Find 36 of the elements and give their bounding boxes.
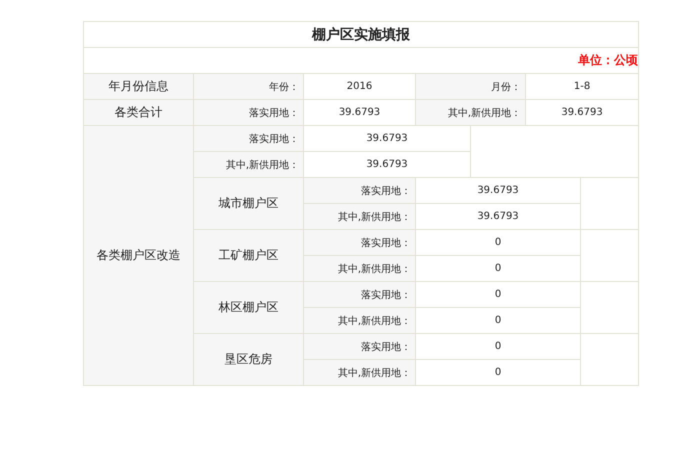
field-label: 落实用地： bbox=[304, 230, 416, 256]
field-label: 落实用地： bbox=[194, 100, 304, 126]
category-header: 林区棚户区 bbox=[194, 282, 304, 334]
field-value: 0 bbox=[416, 282, 580, 308]
category-header: 垦区危房 bbox=[194, 334, 304, 386]
field-label: 落实用地： bbox=[194, 126, 304, 152]
category-header: 城市棚户区 bbox=[194, 178, 304, 230]
form-title: 棚户区实施填报 bbox=[84, 22, 639, 48]
field-value: 0 bbox=[416, 230, 580, 256]
field-label: 其中,新供用地： bbox=[304, 308, 416, 334]
field-value: 0 bbox=[416, 360, 580, 386]
field-label: 落实用地： bbox=[304, 334, 416, 360]
field-value: 39.6793 bbox=[304, 152, 470, 178]
field-label: 其中,新供用地： bbox=[304, 204, 416, 230]
field-value: 0 bbox=[416, 334, 580, 360]
row-header: 各类棚户区改造 bbox=[84, 126, 194, 386]
field-value: 39.6793 bbox=[304, 100, 416, 126]
field-value: 0 bbox=[416, 256, 580, 282]
field-value: 39.6793 bbox=[416, 204, 580, 230]
field-label: 落实用地： bbox=[304, 282, 416, 308]
category-header: 工矿棚户区 bbox=[194, 230, 304, 282]
field-label: 落实用地： bbox=[304, 178, 416, 204]
field-label: 其中,新供用地： bbox=[304, 360, 416, 386]
field-value: 0 bbox=[416, 308, 580, 334]
field-value: 39.6793 bbox=[304, 126, 470, 152]
field-label: 其中,新供用地： bbox=[304, 256, 416, 282]
field-label: 月份： bbox=[416, 74, 526, 100]
field-label: 年份： bbox=[194, 74, 304, 100]
row-header: 年月份信息 bbox=[84, 74, 194, 100]
field-label: 其中,新供用地： bbox=[194, 152, 304, 178]
field-value: 1-8 bbox=[526, 74, 639, 100]
field-value: 39.6793 bbox=[416, 178, 580, 204]
row-header: 各类合计 bbox=[84, 100, 194, 126]
field-value: 39.6793 bbox=[526, 100, 639, 126]
field-label: 其中,新供用地： bbox=[416, 100, 526, 126]
field-value: 2016 bbox=[304, 74, 416, 100]
